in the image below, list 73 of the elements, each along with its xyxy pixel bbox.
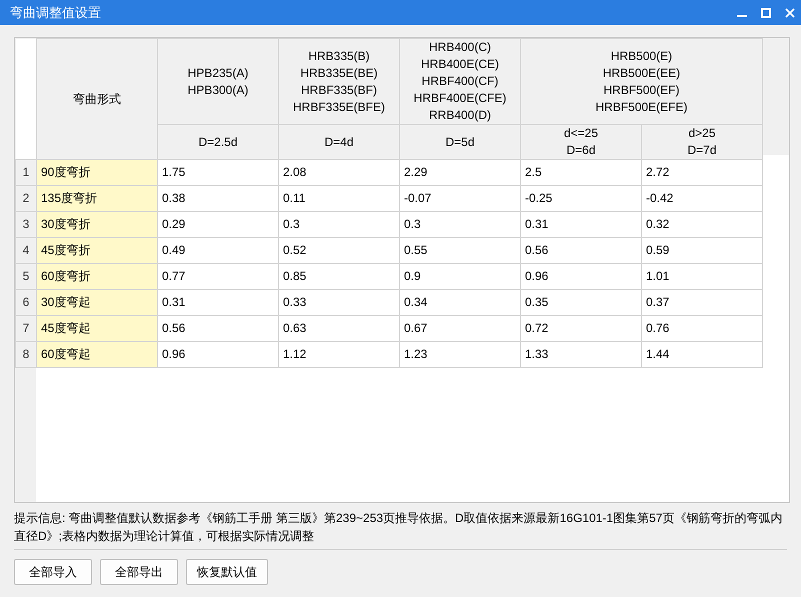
table-cell[interactable]: 0.9 xyxy=(400,264,520,290)
table-cell[interactable]: 0.32 xyxy=(642,212,762,238)
table-cell[interactable]: 0.77 xyxy=(158,264,278,290)
table-cell[interactable]: 0.3 xyxy=(400,212,520,238)
table-cell[interactable]: 0.67 xyxy=(400,316,520,342)
table-cell[interactable]: 0.59 xyxy=(642,238,762,264)
table-cell[interactable]: 0.55 xyxy=(400,238,520,264)
action-button[interactable]: 全部导出 xyxy=(100,559,178,585)
table-cell[interactable]: 0.37 xyxy=(642,290,762,316)
column-header: d<=25 D=6d xyxy=(520,124,642,160)
table-cell[interactable]: 30度弯起 xyxy=(36,290,158,316)
table-cell[interactable]: 1.33 xyxy=(520,342,642,368)
table-cell[interactable]: 135度弯折 xyxy=(36,186,158,212)
column-header: HRB400(C) HRB400E(CE) HRBF400(CF) HRBF400E(CFE) RRB400(D) xyxy=(400,38,520,124)
table-cell[interactable]: 1.23 xyxy=(400,342,520,368)
table-cell[interactable]: 0.72 xyxy=(520,316,642,342)
column-header: HPB235(A) HPB300(A) xyxy=(158,38,278,124)
hint-text: 提示信息: 弯曲调整值默认数据参考《钢筋工手册 第三版》第239~253页推导依据。D取值依据来源最新16G101-1图集第57页《钢筋弯折的弯弧内直径D》;表格内数据为理论计算值，可根据实际情况调整 xyxy=(14,510,784,545)
table-cell[interactable]: 0.63 xyxy=(278,316,400,342)
column-header: d>25 D=7d xyxy=(642,124,762,160)
table-cell[interactable]: -0.42 xyxy=(642,186,762,212)
row-number: 3 xyxy=(16,212,36,238)
table-cell[interactable]: 0.56 xyxy=(158,316,278,342)
table-cell[interactable]: 0.29 xyxy=(158,212,278,238)
table-cell[interactable]: -0.07 xyxy=(400,186,520,212)
table-cell[interactable]: 0.34 xyxy=(400,290,520,316)
column-header: HRB500(E) HRB500E(EE) HRBF500(EF) HRBF500E(EFE) xyxy=(520,38,762,124)
table-cell[interactable]: 90度弯折 xyxy=(36,160,158,186)
column-header: D=2.5d xyxy=(158,124,278,160)
table-cell[interactable]: 0.33 xyxy=(278,290,400,316)
table-cell[interactable]: 0.96 xyxy=(520,264,642,290)
table-cell[interactable]: 0.31 xyxy=(520,212,642,238)
table-cell[interactable]: 60度弯折 xyxy=(36,264,158,290)
row-number: 7 xyxy=(16,316,36,342)
table-cell[interactable]: 0.76 xyxy=(642,316,762,342)
action-button[interactable]: 全部导入 xyxy=(14,559,92,585)
row-number: 4 xyxy=(16,238,36,264)
row-number: 1 xyxy=(16,160,36,186)
table-cell[interactable]: 45度弯折 xyxy=(36,238,158,264)
window-title: 弯曲调整值设置 xyxy=(10,4,102,22)
table-cell[interactable]: 2.5 xyxy=(520,160,642,186)
table-cell[interactable]: 0.31 xyxy=(158,290,278,316)
table-cell[interactable]: 2.08 xyxy=(278,160,400,186)
table-cell[interactable]: 1.75 xyxy=(158,160,278,186)
table-cell[interactable]: 45度弯起 xyxy=(36,316,158,342)
table-cell[interactable]: 0.11 xyxy=(278,186,400,212)
table-cell[interactable]: 1.12 xyxy=(278,342,400,368)
table-cell[interactable]: 0.85 xyxy=(278,264,400,290)
column-header: D=4d xyxy=(278,124,400,160)
row-number: 2 xyxy=(16,186,36,212)
table-cell[interactable]: 60度弯起 xyxy=(36,342,158,368)
table-cell[interactable]: -0.25 xyxy=(520,186,642,212)
table-cell[interactable]: 0.52 xyxy=(278,238,400,264)
table-cell[interactable]: 1.01 xyxy=(642,264,762,290)
close-icon[interactable] xyxy=(785,8,795,18)
row-number: 8 xyxy=(16,342,36,368)
row-number: 5 xyxy=(16,264,36,290)
column-header: 弯曲形式 xyxy=(36,38,158,160)
table-cell[interactable]: 2.29 xyxy=(400,160,520,186)
table-cell[interactable]: 30度弯折 xyxy=(36,212,158,238)
table-cell[interactable]: 0.96 xyxy=(158,342,278,368)
maximize-icon[interactable] xyxy=(761,8,771,18)
row-number: 6 xyxy=(16,290,36,316)
table-cell[interactable]: 0.49 xyxy=(158,238,278,264)
table-cell[interactable]: 0.3 xyxy=(278,212,400,238)
table-cell[interactable]: 2.72 xyxy=(642,160,762,186)
table-cell[interactable]: 0.38 xyxy=(158,186,278,212)
table-cell[interactable]: 0.35 xyxy=(520,290,642,316)
table-cell[interactable]: 1.44 xyxy=(642,342,762,368)
column-header: D=5d xyxy=(400,124,520,160)
action-button[interactable]: 恢复默认值 xyxy=(186,559,268,585)
table-cell[interactable]: 0.56 xyxy=(520,238,642,264)
column-header: HRB335(B) HRB335E(BE) HRBF335(BF) HRBF335E(BFE) xyxy=(278,38,400,124)
